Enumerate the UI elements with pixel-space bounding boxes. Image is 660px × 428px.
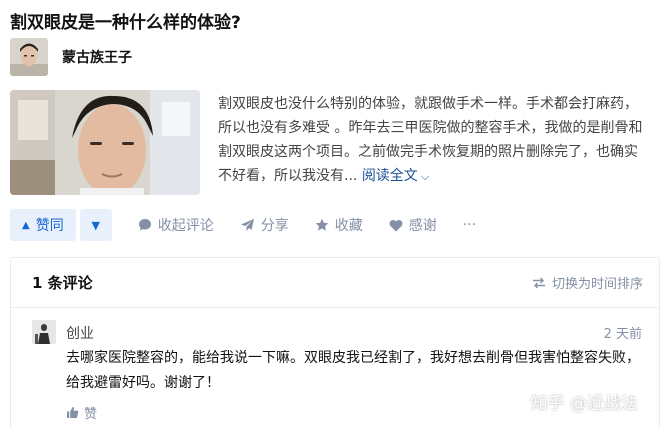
watermark: 知乎 @近战法 — [530, 394, 638, 414]
chevron-down-icon: ⌵ — [420, 170, 430, 183]
comment-like-button[interactable]: 赞 — [66, 403, 97, 422]
comments-header: 1 条评论 切换为时间排序 — [11, 258, 659, 308]
share-label: 分享 — [260, 218, 289, 234]
comment-like-label: 赞 — [84, 407, 98, 422]
thanks-button[interactable]: 感谢 — [389, 215, 437, 235]
comment-bubble-icon — [138, 219, 151, 231]
answer-thumbnail[interactable] — [10, 90, 200, 195]
thumbs-up-icon — [67, 407, 79, 418]
author-avatar[interactable] — [10, 38, 48, 76]
read-more-label: 阅读全文 — [361, 168, 418, 184]
triangle-down-icon: ▼ — [91, 218, 100, 232]
more-dots-icon: ··· — [462, 217, 477, 233]
comment-time: 2 天前 — [603, 327, 642, 342]
read-more-link[interactable]: 阅读全文 ⌵ — [362, 168, 429, 184]
star-icon — [315, 218, 329, 231]
swap-arrows-icon — [532, 277, 545, 288]
sort-toggle-button[interactable]: 切换为时间排序 — [532, 273, 643, 292]
comments-count: 1 条评论 — [32, 274, 93, 292]
commenter-avatar[interactable] — [32, 320, 56, 344]
favorite-label: 收藏 — [334, 218, 363, 234]
more-options-button[interactable]: ··· — [463, 217, 476, 233]
action-bar: ▲ 赞同 ▼ 收起评论 分享 收藏 感谢 ··· — [10, 209, 476, 241]
sort-toggle-label: 切换为时间排序 — [551, 277, 643, 292]
thanks-label: 感谢 — [408, 218, 437, 234]
question-title[interactable]: 割双眼皮是一种什么样的体验? — [10, 8, 241, 33]
triangle-up-icon: ▲ — [22, 219, 30, 231]
upvote-label: 赞同 — [35, 218, 64, 234]
author-name[interactable]: 蒙古族王子 — [62, 47, 132, 67]
answer-excerpt-text: 割双眼皮也没什么特别的体验，就跟做手术一样。手术都会打麻药，所以也没有多难受 。… — [218, 96, 643, 184]
favorite-button[interactable]: 收藏 — [315, 215, 363, 235]
upvote-button[interactable]: ▲ 赞同 — [10, 209, 76, 241]
paper-plane-icon — [240, 219, 254, 231]
downvote-button[interactable]: ▼ — [79, 209, 112, 241]
heart-icon — [389, 219, 403, 231]
collapse-comments-label: 收起评论 — [157, 218, 214, 234]
author-info: 蒙古族王子 — [10, 38, 132, 76]
collapse-comments-button[interactable]: 收起评论 — [138, 215, 214, 235]
answer-excerpt[interactable]: 割双眼皮也没什么特别的体验，就跟做手术一样。手术都会打麻药，所以也没有多难受 。… — [218, 92, 650, 189]
share-button[interactable]: 分享 — [240, 215, 289, 235]
commenter-name[interactable]: 创业 — [66, 323, 94, 343]
